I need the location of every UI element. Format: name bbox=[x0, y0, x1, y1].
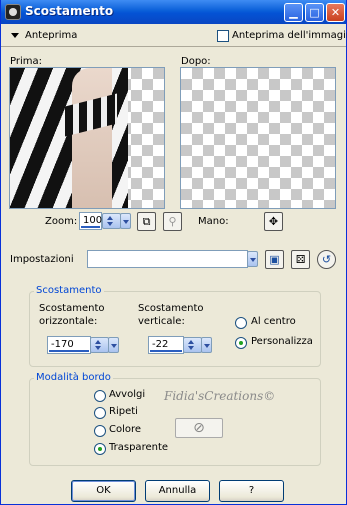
horizontal-offset-spinner[interactable] bbox=[90, 337, 109, 353]
zoom-dropdown[interactable] bbox=[120, 213, 131, 229]
collapse-triangle-icon[interactable] bbox=[11, 33, 19, 38]
separator bbox=[1, 46, 346, 47]
horizontal-label-1: Scostamento bbox=[39, 303, 105, 314]
vertical-label-1: Scostamento bbox=[138, 303, 204, 314]
zoom-input[interactable]: 100 bbox=[79, 212, 102, 230]
zoom-label: Zoom: bbox=[45, 216, 78, 227]
custom-radio[interactable] bbox=[235, 337, 247, 349]
zoom-magnifier-icon[interactable]: ⚲ bbox=[163, 212, 182, 231]
zoom-value: 100 bbox=[83, 215, 103, 226]
color-swatch-disabled[interactable]: ⊘ bbox=[175, 418, 223, 438]
hand-label: Mano: bbox=[198, 216, 229, 227]
horizontal-offset-input[interactable]: -170 bbox=[47, 336, 91, 354]
image-preview-label: Anteprima dell'immagine bbox=[232, 30, 347, 41]
reset-icon[interactable]: ↺ bbox=[317, 250, 336, 269]
offset-group-title: Scostamento bbox=[34, 285, 104, 296]
center-label: Al centro bbox=[251, 316, 296, 327]
vertical-offset-spinner[interactable] bbox=[183, 337, 202, 353]
image-preview-checkbox[interactable] bbox=[217, 30, 229, 42]
maximize-button[interactable]: □ bbox=[305, 3, 324, 22]
random-dice-icon[interactable]: ⚄ bbox=[291, 250, 310, 269]
preview-toggle-label[interactable]: Anteprima bbox=[25, 30, 77, 41]
ok-button[interactable]: OK bbox=[71, 480, 136, 502]
edge-transparent-label: Trasparente bbox=[109, 442, 169, 453]
settings-dropdown[interactable] bbox=[247, 251, 258, 267]
save-settings-icon[interactable]: ▣ bbox=[265, 250, 284, 269]
before-preview[interactable] bbox=[9, 67, 165, 209]
vertical-offset-value: -22 bbox=[152, 339, 169, 350]
title-bar[interactable]: Scostamento ▁ □ ✕ bbox=[1, 0, 346, 24]
hand-move-icon[interactable]: ✥ bbox=[264, 212, 283, 231]
edge-wrap-label: Avvolgi bbox=[109, 389, 146, 400]
edge-repeat-radio[interactable] bbox=[94, 407, 106, 419]
app-icon bbox=[5, 4, 21, 20]
settings-label: Impostazioni bbox=[10, 254, 74, 265]
arm-shape bbox=[72, 68, 112, 208]
horizontal-label-2: orizzontale: bbox=[39, 316, 98, 327]
cancel-button[interactable]: Annulla bbox=[145, 480, 210, 502]
watermark-text: Fidia'sCreations© bbox=[164, 389, 276, 403]
minimize-button[interactable]: ▁ bbox=[284, 3, 303, 22]
settings-select[interactable] bbox=[87, 250, 248, 268]
after-label: Dopo: bbox=[181, 56, 211, 67]
vertical-offset-dropdown[interactable] bbox=[201, 337, 212, 353]
vertical-offset-input[interactable]: -22 bbox=[148, 336, 184, 354]
horizontal-offset-dropdown[interactable] bbox=[108, 337, 119, 353]
center-radio[interactable] bbox=[235, 317, 247, 329]
edge-transparent-radio[interactable] bbox=[94, 443, 106, 455]
zoom-spinner[interactable] bbox=[102, 213, 121, 229]
edge-mode-group-title: Modalità bordo bbox=[34, 372, 113, 383]
after-preview bbox=[180, 67, 336, 209]
close-button[interactable]: ✕ bbox=[326, 3, 345, 22]
zoom-fit-button[interactable]: ⧉ bbox=[137, 212, 156, 231]
edge-color-radio[interactable] bbox=[94, 425, 106, 437]
edge-color-label: Colore bbox=[109, 424, 142, 435]
custom-label: Personalizza bbox=[251, 336, 313, 347]
vertical-label-2: verticale: bbox=[138, 316, 185, 327]
help-button[interactable]: ? bbox=[219, 480, 284, 502]
before-label: Prima: bbox=[10, 56, 42, 67]
edge-repeat-label: Ripeti bbox=[109, 406, 138, 417]
edge-wrap-radio[interactable] bbox=[94, 390, 106, 402]
horizontal-offset-value: -170 bbox=[51, 339, 74, 350]
dialog-window: Scostamento ▁ □ ✕ Anteprima Anteprima de… bbox=[0, 0, 347, 505]
window-title: Scostamento bbox=[25, 4, 114, 18]
